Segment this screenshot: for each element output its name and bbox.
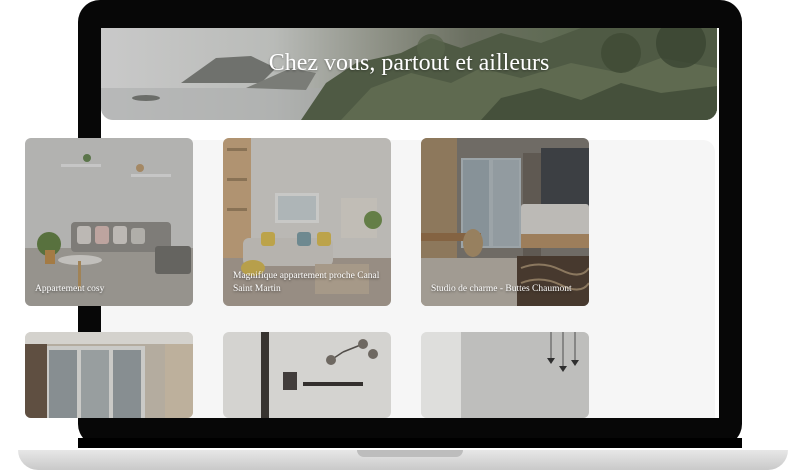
listing-card-5[interactable] [223,332,391,418]
hero-title: Chez vous, partout et ailleurs [268,50,550,76]
listings-panel [101,140,715,418]
laptop-base-notch [357,450,463,457]
listing-title-3: Studio de charme - Buttes Chaumont [431,284,572,294]
listing-photo-3 [421,138,589,306]
listing-title-1: Appartement cosy [35,284,105,294]
listing-card-4[interactable] [25,332,193,418]
listing-card-6[interactable] [421,332,589,418]
laptop-hinge [78,438,742,448]
hero-banner: Chez vous, partout et ailleurs [101,28,717,120]
listing-card-2[interactable]: Magnifique appartement proche Canal Sain… [223,138,391,306]
listing-photo-1 [25,138,193,306]
listing-photo-4 [25,332,193,418]
listing-card-3[interactable]: Studio de charme - Buttes Chaumont [421,138,589,306]
listing-photo-6 [421,332,589,418]
listing-card-1[interactable]: Appartement cosy [25,138,193,306]
laptop-screen: Chez vous, partout et ailleurs [101,28,719,418]
listing-title-2: Magnifique appartement proche Canal Sain… [233,271,380,294]
listing-photo-5 [223,332,391,418]
